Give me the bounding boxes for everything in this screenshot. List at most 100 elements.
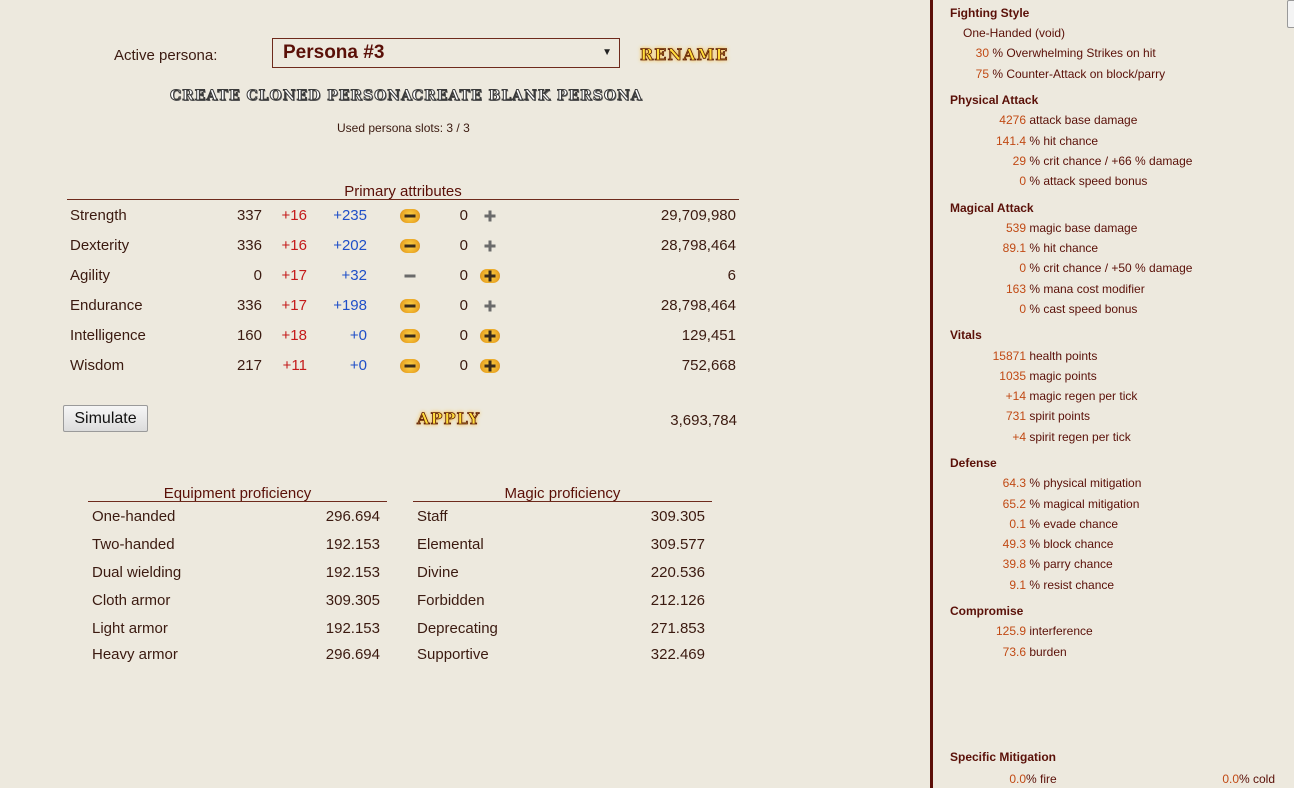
fighting-style-heading: Fighting Style	[950, 6, 1030, 20]
attribute-buff-bonus: +202	[333, 237, 367, 254]
stat-value: 4276	[999, 113, 1026, 127]
attribute-row: Strength 337 +16 +235 0 29,709,980	[70, 206, 740, 236]
magic-proficiency-name: Elemental	[417, 536, 484, 553]
attribute-buff-bonus: +0	[349, 357, 367, 374]
equipment-proficiency-value: 296.694	[325, 646, 380, 663]
attribute-row: Intelligence 160 +18 +0 0 129,451	[70, 326, 740, 356]
attribute-name: Strength	[70, 207, 127, 224]
cold-mitigation: 0.0% cold	[933, 772, 1275, 786]
increase-icon[interactable]	[480, 269, 500, 283]
attribute-allocated: 0	[459, 297, 468, 314]
defense-heading: Defense	[950, 456, 997, 470]
scrollbar-handle[interactable]	[1287, 0, 1294, 28]
decrease-icon[interactable]	[400, 359, 420, 373]
create-blank-persona-button[interactable]: CREATE BLANK PERSONA	[412, 88, 643, 105]
magic-proficiency-value: 322.469	[650, 646, 705, 663]
magic-proficiency-row: Divine 220.536	[413, 564, 705, 592]
magic-proficiency-title: Magic proficiency	[504, 485, 621, 502]
physical-attack-heading: Physical Attack	[950, 93, 1039, 107]
stat-line: +4 spirit regen per tick	[933, 430, 1130, 444]
magical-attack-heading: Magical Attack	[950, 201, 1034, 215]
stat-value: 539	[1005, 221, 1026, 235]
increase-icon[interactable]	[480, 299, 500, 313]
equipment-proficiency-name: Cloth armor	[92, 592, 171, 609]
attribute-allocated: 0	[459, 207, 468, 224]
rename-button[interactable]: RENAME	[640, 45, 728, 65]
attribute-exp-cost: 28,798,464	[660, 237, 736, 254]
increase-icon[interactable]	[480, 329, 500, 343]
stat-label: % Overwhelming Strikes on hit	[989, 46, 1156, 60]
increase-icon[interactable]	[480, 359, 500, 373]
stat-line: 731 spirit points	[933, 409, 1090, 423]
stat-value: 125.9	[995, 624, 1026, 638]
attribute-name: Dexterity	[70, 237, 130, 254]
stat-line: 73.6 burden	[933, 645, 1067, 659]
attribute-equipment-bonus: +11	[282, 357, 307, 374]
stat-label: spirit points	[1026, 409, 1091, 423]
create-cloned-persona-button[interactable]: CREATE CLONED PERSONA	[170, 88, 413, 105]
stat-label: burden	[1026, 645, 1067, 659]
stat-line: 141.4 % hit chance	[933, 134, 1098, 148]
stat-label: interference	[1026, 624, 1093, 638]
equipment-proficiency-row: Light armor 192.153	[88, 620, 380, 648]
magic-proficiency-value: 271.853	[650, 620, 705, 637]
stat-label: magic points	[1026, 369, 1097, 383]
stat-value: 141.4	[995, 134, 1026, 148]
attribute-allocated: 0	[459, 327, 468, 344]
stat-value: 39.8	[1002, 557, 1026, 571]
stat-line: +14 magic regen per tick	[933, 389, 1138, 403]
magic-proficiency-row: Forbidden 212.126	[413, 592, 705, 620]
attribute-exp-cost: 6	[727, 267, 736, 284]
stat-label: % block chance	[1026, 537, 1114, 551]
attribute-equipment-bonus: +16	[281, 237, 307, 254]
attribute-buff-bonus: +235	[333, 207, 367, 224]
stat-line: 4276 attack base damage	[933, 113, 1137, 127]
stat-value: 0	[1019, 174, 1026, 188]
remaining-points: 3,693,784	[670, 412, 737, 429]
stat-line: 539 magic base damage	[933, 221, 1137, 235]
apply-button[interactable]: APPLY	[417, 409, 480, 429]
persona-select[interactable]: Persona #3 ▼	[272, 38, 620, 68]
stat-label: % resist chance	[1026, 578, 1115, 592]
stat-line: 163 % mana cost modifier	[933, 282, 1145, 296]
stat-value: 0	[1019, 261, 1026, 275]
persona-select-value: Persona #3	[283, 42, 385, 63]
attribute-base: 160	[236, 327, 262, 344]
attribute-base: 337	[236, 207, 262, 224]
equipment-proficiency-row: Two-handed 192.153	[88, 536, 380, 564]
attribute-allocated: 0	[459, 267, 468, 284]
stat-value: +4	[1012, 430, 1026, 444]
decrease-icon[interactable]	[400, 329, 420, 343]
attribute-name: Intelligence	[70, 327, 146, 344]
stat-label: % attack speed bonus	[1026, 174, 1148, 188]
increase-icon[interactable]	[480, 209, 500, 223]
stat-line: 30 % Overwhelming Strikes on hit	[933, 46, 1156, 60]
stat-value: 731	[1005, 409, 1026, 423]
decrease-icon[interactable]	[400, 299, 420, 313]
attribute-exp-cost: 29,709,980	[660, 207, 736, 224]
attribute-buff-bonus: +0	[349, 327, 367, 344]
stat-value: 0	[1019, 302, 1026, 316]
attribute-exp-cost: 752,668	[681, 357, 736, 374]
stat-label: % evade chance	[1026, 517, 1119, 531]
attribute-row: Agility 0 +17 +32 0 6	[70, 266, 740, 296]
stat-label: magic regen per tick	[1026, 389, 1138, 403]
magic-proficiency-row: Staff 309.305	[413, 508, 705, 536]
equipment-proficiency-name: Two-handed	[92, 536, 175, 553]
stat-line: 1035 magic points	[933, 369, 1097, 383]
equipment-proficiency-value: 192.153	[325, 564, 380, 581]
stat-line: 125.9 interference	[933, 624, 1093, 638]
attribute-base: 336	[236, 297, 262, 314]
attribute-name: Endurance	[70, 297, 143, 314]
stat-line: 64.3 % physical mitigation	[933, 476, 1142, 490]
increase-icon[interactable]	[480, 239, 500, 253]
simulate-button[interactable]: Simulate	[63, 405, 148, 432]
decrease-icon[interactable]	[400, 239, 420, 253]
stat-value: 163	[1005, 282, 1026, 296]
stat-line: 9.1 % resist chance	[933, 578, 1114, 592]
decrease-icon[interactable]	[400, 269, 420, 283]
magic-proficiency-name: Supportive	[417, 646, 489, 663]
decrease-icon[interactable]	[400, 209, 420, 223]
stat-label: % hit chance	[1026, 134, 1099, 148]
magic-proficiency-name: Staff	[417, 508, 448, 525]
